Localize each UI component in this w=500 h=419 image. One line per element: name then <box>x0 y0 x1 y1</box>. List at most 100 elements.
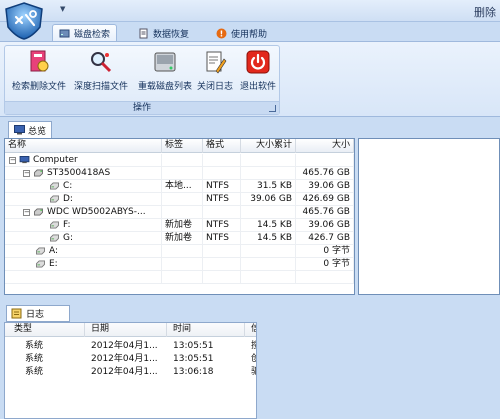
tab-disk-search[interactable]: 磁盘检索 <box>52 24 118 42</box>
table-row[interactable]: C: 本地... NTFS 31.5 KB 39.06 GB <box>5 180 354 193</box>
ribbon-tab-row: 磁盘检索 数据恢复 ! 使用帮助 <box>0 22 500 42</box>
cell-size <box>296 154 354 167</box>
cell-format <box>203 206 241 219</box>
column-header-size[interactable]: 大小 <box>296 139 354 153</box>
cell-label: 新加卷 <box>162 232 203 245</box>
exit-software-button[interactable]: 退出软件 <box>236 49 280 92</box>
cell-cumulative <box>241 154 296 167</box>
tab-help[interactable]: ! 使用帮助 <box>210 24 273 42</box>
disk-reload-icon <box>154 52 176 72</box>
log-type: 系统 <box>25 341 44 351</box>
expand-toggle-icon[interactable]: − <box>23 169 30 177</box>
search-deleted-files-button[interactable]: 检索删除文件 <box>8 49 70 92</box>
table-row[interactable]: − ST3500418AS 465.76 GB <box>5 167 354 180</box>
drive-icon <box>36 247 45 255</box>
cell-name: − Computer <box>5 154 162 167</box>
empty-cell <box>162 271 203 284</box>
expand-toggle-icon[interactable]: − <box>9 156 16 164</box>
log-row[interactable]: 系统 2012年04月1... 13:05:51 创 <box>5 353 256 366</box>
row-name: C: <box>63 180 73 191</box>
log-column-type[interactable]: 类型 <box>5 323 85 337</box>
column-header-format[interactable]: 格式 <box>203 139 241 153</box>
detail-panel <box>358 138 500 295</box>
log-header: 类型 日期 时间 信 <box>5 323 256 337</box>
cell-format <box>203 258 241 271</box>
expand-toggle-icon[interactable]: − <box>23 208 30 216</box>
drive-icon <box>50 195 59 203</box>
cell-name: E: <box>5 258 162 271</box>
row-name: A: <box>49 245 59 256</box>
log-type: 系统 <box>25 367 44 377</box>
empty-row <box>5 271 354 284</box>
cell-format <box>203 167 241 180</box>
tab-summary[interactable]: 总览 <box>8 121 53 138</box>
cell-label <box>162 245 203 258</box>
quick-access-dropdown-icon[interactable]: ▼ <box>60 5 65 13</box>
column-header-cumulative[interactable]: 大小累计 <box>241 139 296 153</box>
help-icon: ! <box>216 28 227 38</box>
log-row[interactable]: 系统 2012年04月1... 13:06:18 驱 <box>5 366 256 379</box>
table-header: 名称 标签 格式 大小累计 大小 <box>5 139 354 153</box>
power-icon <box>246 50 270 74</box>
log-type: 系统 <box>25 354 44 364</box>
empty-cell <box>203 271 241 284</box>
cell-label <box>162 258 203 271</box>
log-message: 驱 <box>245 366 256 379</box>
tab-label: 日志 <box>26 310 45 320</box>
disk-icon <box>59 29 70 38</box>
ribbon-group-operations: 检索删除文件 深度扫描文件 重载磁盘列表 关闭日志 退出软件 操作 <box>4 45 280 115</box>
table-row[interactable]: − WDC WD5002ABYS-... 465.76 GB <box>5 206 354 219</box>
deep-scan-button[interactable]: 深度扫描文件 <box>70 49 132 92</box>
svg-text:!: ! <box>220 29 224 38</box>
cell-format <box>203 154 241 167</box>
table-row[interactable]: G: 新加卷 NTFS 14.5 KB 426.7 GB <box>5 232 354 245</box>
app-menu-orb-icon[interactable] <box>2 1 46 41</box>
log-column-date[interactable]: 日期 <box>85 323 167 337</box>
tab-label: 数据恢复 <box>153 29 190 40</box>
tab-label: 使用帮助 <box>231 29 268 40</box>
drive-icon <box>50 234 59 242</box>
cell-cumulative: 14.5 KB <box>241 232 296 245</box>
cell-name: F: <box>5 219 162 232</box>
cell-size: 465.76 GB <box>296 206 354 219</box>
group-launcher-icon[interactable] <box>269 105 276 112</box>
cell-size: 0 字节 <box>296 245 354 258</box>
cell-name: D: <box>5 193 162 206</box>
table-row[interactable]: D: NTFS 39.06 GB 426.69 GB <box>5 193 354 206</box>
table-row[interactable]: A: 0 字节 <box>5 245 354 258</box>
cell-cumulative <box>241 206 296 219</box>
log-column-time[interactable]: 时间 <box>167 323 245 337</box>
disk-tree-table: 名称 标签 格式 大小累计 大小 − Computer − ST3500418AS 46… <box>4 138 355 295</box>
row-name: ST3500418AS <box>47 167 111 178</box>
close-log-button[interactable]: 关闭日志 <box>194 49 236 92</box>
log-time: 13:05:51 <box>173 354 214 364</box>
tab-log[interactable]: 日志 <box>6 305 70 322</box>
cell-size: 39.06 GB <box>296 219 354 232</box>
deep-scan-icon <box>91 52 112 73</box>
ribbon: 检索删除文件 深度扫描文件 重载磁盘列表 关闭日志 退出软件 操作 <box>0 41 500 117</box>
reload-disk-list-button[interactable]: 重载磁盘列表 <box>134 49 196 92</box>
cell-cumulative: 14.5 KB <box>241 219 296 232</box>
cell-size: 465.76 GB <box>296 167 354 180</box>
table-row[interactable]: − Computer <box>5 154 354 167</box>
cell-cumulative <box>241 167 296 180</box>
cell-format: NTFS <box>203 232 241 245</box>
log-time: 13:06:18 <box>173 367 214 377</box>
cell-label <box>162 154 203 167</box>
column-header-label[interactable]: 标签 <box>162 139 203 153</box>
log-row[interactable]: 系统 2012年04月1... 13:05:51 搜 <box>5 340 256 353</box>
cell-name: C: <box>5 180 162 193</box>
row-name: WDC WD5002ABYS-... <box>47 206 146 217</box>
column-header-name[interactable]: 名称 <box>5 139 162 153</box>
cell-label <box>162 206 203 219</box>
log-icon <box>11 308 22 319</box>
cell-name: − WDC WD5002ABYS-... <box>5 206 162 219</box>
table-row[interactable]: F: 新加卷 NTFS 14.5 KB 39.06 GB <box>5 219 354 232</box>
cell-size: 426.7 GB <box>296 232 354 245</box>
cell-name: A: <box>5 245 162 258</box>
table-row[interactable]: E: 0 字节 <box>5 258 354 271</box>
tab-data-recovery[interactable]: 数据恢复 <box>132 24 195 42</box>
log-message: 创 <box>245 353 256 366</box>
row-name: Computer <box>33 154 78 165</box>
log-column-message[interactable]: 信 <box>245 323 256 337</box>
